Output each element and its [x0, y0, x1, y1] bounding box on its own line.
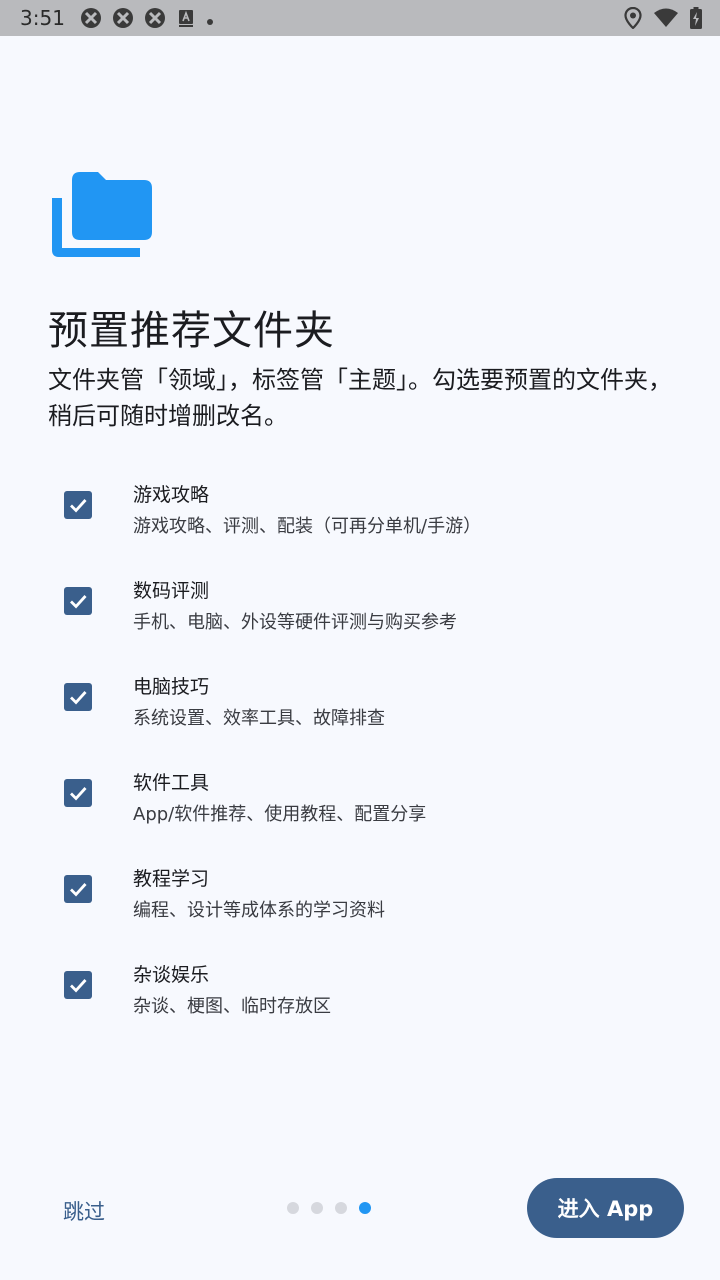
checkbox-checked[interactable] — [64, 587, 92, 615]
skip-button[interactable]: 跳过 — [63, 1196, 105, 1226]
item-title: 游戏攻略 — [133, 484, 210, 506]
wifi-icon — [654, 8, 678, 32]
app-notification-icon — [112, 7, 134, 33]
folder-stack-icon — [50, 170, 154, 260]
app-notification-icon — [80, 7, 102, 33]
keyboard-a-icon — [176, 8, 196, 32]
page-indicator — [287, 1202, 383, 1214]
list-item[interactable]: 电脑技巧 系统设置、效率工具、故障排查 — [0, 662, 720, 758]
page-description: 文件夹管「领域」，标签管「主题」。勾选要预置的文件夹，稍后可随时增删改名。 — [48, 366, 672, 430]
page-dot — [311, 1202, 323, 1214]
notification-icons — [80, 7, 224, 33]
checkbox-checked[interactable] — [64, 779, 92, 807]
list-item[interactable]: 杂谈娱乐 杂谈、梗图、临时存放区 — [0, 950, 720, 1046]
item-description: 手机、电脑、外设等硬件评测与购买参考 — [133, 612, 457, 633]
location-icon — [624, 6, 642, 33]
checkbox-checked[interactable] — [64, 971, 92, 999]
battery-charging-icon — [690, 7, 702, 33]
item-description: 杂谈、梗图、临时存放区 — [133, 996, 331, 1017]
system-icons — [612, 6, 702, 33]
page-dot — [287, 1202, 299, 1214]
list-item[interactable]: 游戏攻略 游戏攻略、评测、配装（可再分单机/手游） — [0, 470, 720, 566]
folder-list: 游戏攻略 游戏攻略、评测、配装（可再分单机/手游） 数码评测 手机、电脑、外设等… — [0, 470, 720, 1046]
list-item[interactable]: 教程学习 编程、设计等成体系的学习资料 — [0, 854, 720, 950]
item-title: 电脑技巧 — [133, 676, 210, 698]
status-time: 3:51 — [20, 6, 65, 30]
enter-app-button[interactable]: 进入 App — [527, 1178, 684, 1238]
app-notification-icon — [144, 7, 166, 33]
list-item[interactable]: 软件工具 App/软件推荐、使用教程、配置分享 — [0, 758, 720, 854]
list-item[interactable]: 数码评测 手机、电脑、外设等硬件评测与购买参考 — [0, 566, 720, 662]
page-title: 预置推荐文件夹 — [48, 308, 335, 354]
item-description: 编程、设计等成体系的学习资料 — [133, 900, 385, 921]
item-description: 游戏攻略、评测、配装（可再分单机/手游） — [133, 516, 482, 537]
checkbox-checked[interactable] — [64, 683, 92, 711]
checkbox-checked[interactable] — [64, 491, 92, 519]
page-dot-active — [359, 1202, 371, 1214]
item-description: 系统设置、效率工具、故障排查 — [133, 708, 385, 729]
dot-icon — [206, 11, 214, 30]
checkbox-checked[interactable] — [64, 875, 92, 903]
item-title: 杂谈娱乐 — [133, 964, 210, 986]
page-dot — [335, 1202, 347, 1214]
item-description: App/软件推荐、使用教程、配置分享 — [133, 804, 427, 825]
item-title: 教程学习 — [133, 868, 210, 890]
item-title: 软件工具 — [133, 772, 210, 794]
status-bar: 3:51 — [0, 0, 720, 36]
item-title: 数码评测 — [133, 580, 210, 602]
